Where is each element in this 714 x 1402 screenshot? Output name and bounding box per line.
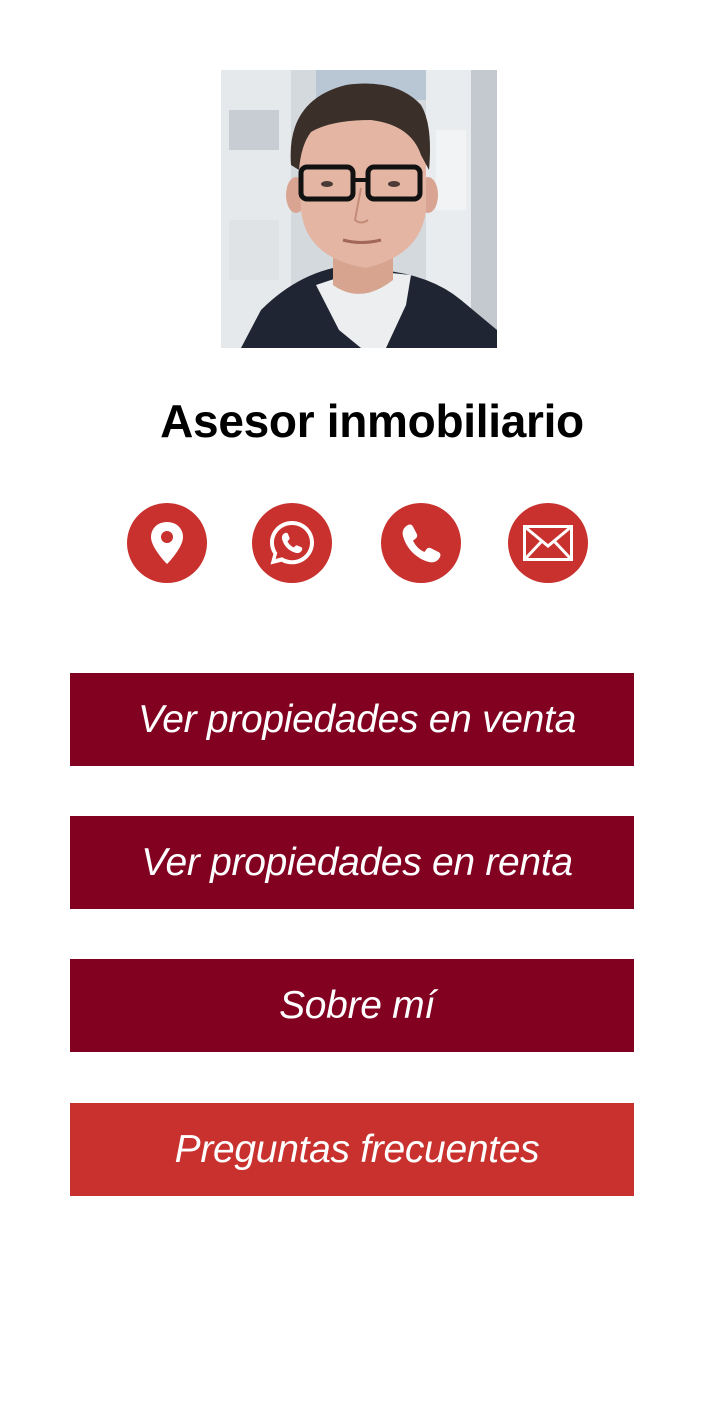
page-title: Asesor inmobiliario (160, 395, 584, 447)
phone-icon (402, 524, 441, 563)
about-me-button[interactable]: Sobre mí (70, 959, 634, 1052)
whatsapp-icon (270, 521, 314, 565)
contact-icons-row (0, 503, 714, 583)
email-button[interactable] (508, 503, 588, 583)
sale-properties-label: Ver propiedades en venta (137, 697, 576, 741)
faq-button[interactable]: Preguntas frecuentes (70, 1103, 634, 1196)
rent-properties-label: Ver propiedades en renta (141, 840, 573, 884)
location-pin-icon (151, 522, 183, 564)
faq-label: Preguntas frecuentes (174, 1127, 540, 1171)
location-button[interactable] (127, 503, 207, 583)
sale-properties-button[interactable]: Ver propiedades en venta (70, 673, 634, 766)
rent-properties-button[interactable]: Ver propiedades en renta (70, 816, 634, 909)
whatsapp-button[interactable] (252, 503, 332, 583)
phone-button[interactable] (381, 503, 461, 583)
about-me-label: Sobre mí (279, 983, 435, 1027)
email-icon (523, 525, 573, 561)
profile-photo (221, 70, 497, 348)
